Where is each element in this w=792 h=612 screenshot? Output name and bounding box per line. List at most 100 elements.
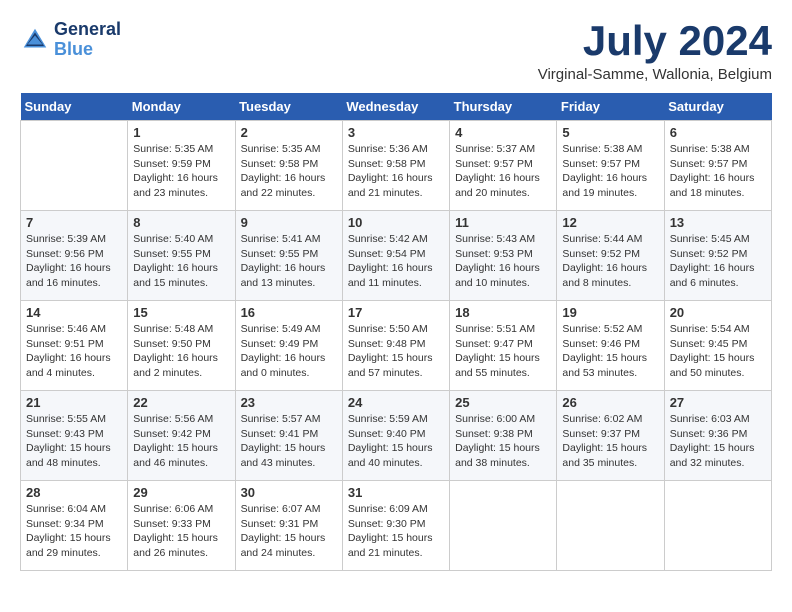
day-number: 4 [455,125,551,140]
calendar-cell: 20 Sunrise: 5:54 AMSunset: 9:45 PMDayligh… [664,301,771,391]
day-number: 9 [241,215,337,230]
day-info: Sunrise: 5:38 AMSunset: 9:57 PMDaylight:… [562,142,658,201]
location: Virginal-Samme, Wallonia, Belgium [538,66,772,83]
calendar-cell: 31 Sunrise: 6:09 AMSunset: 9:30 PMDayligh… [342,481,449,571]
day-info: Sunrise: 5:54 AMSunset: 9:45 PMDaylight:… [670,322,766,381]
calendar-cell: 30 Sunrise: 6:07 AMSunset: 9:31 PMDayligh… [235,481,342,571]
calendar-cell: 25 Sunrise: 6:00 AMSunset: 9:38 PMDayligh… [450,391,557,481]
day-number: 2 [241,125,337,140]
calendar-cell: 12Sunrise: 5:44 AMSunset: 9:52 PMDayligh… [557,211,664,301]
week-row-2: 7 Sunrise: 5:39 AMSunset: 9:56 PMDaylight… [21,211,772,301]
day-info: Sunrise: 5:59 AMSunset: 9:40 PMDaylight:… [348,412,444,471]
day-number: 10 [348,215,444,230]
day-info: Sunrise: 5:57 AMSunset: 9:41 PMDaylight:… [241,412,337,471]
weekday-header-friday: Friday [557,93,664,121]
day-info: Sunrise: 5:48 AMSunset: 9:50 PMDaylight:… [133,322,229,381]
day-info: Sunrise: 5:46 AMSunset: 9:51 PMDaylight:… [26,322,122,381]
calendar-cell: 23 Sunrise: 5:57 AMSunset: 9:41 PMDayligh… [235,391,342,481]
day-info: Sunrise: 5:45 AMSunset: 9:52 PMDaylight:… [670,232,766,291]
day-info: Sunrise: 5:40 AMSunset: 9:55 PMDaylight:… [133,232,229,291]
day-info: Sunrise: 6:09 AMSunset: 9:30 PMDaylight:… [348,502,444,561]
day-number: 28 [26,485,122,500]
week-row-1: 1 Sunrise: 5:35 AMSunset: 9:59 PMDaylight… [21,121,772,211]
calendar-cell [21,121,128,211]
day-info: Sunrise: 5:42 AMSunset: 9:54 PMDaylight:… [348,232,444,291]
calendar-cell: 14Sunrise: 5:46 AMSunset: 9:51 PMDayligh… [21,301,128,391]
day-number: 13 [670,215,766,230]
day-info: Sunrise: 5:39 AMSunset: 9:56 PMDaylight:… [26,232,122,291]
day-info: Sunrise: 6:04 AMSunset: 9:34 PMDaylight:… [26,502,122,561]
calendar-cell: 3 Sunrise: 5:36 AMSunset: 9:58 PMDaylight… [342,121,449,211]
day-info: Sunrise: 6:00 AMSunset: 9:38 PMDaylight:… [455,412,551,471]
day-number: 25 [455,395,551,410]
calendar-cell: 26 Sunrise: 6:02 AMSunset: 9:37 PMDayligh… [557,391,664,481]
logo-icon [20,25,50,55]
calendar-cell: 29 Sunrise: 6:06 AMSunset: 9:33 PMDayligh… [128,481,235,571]
calendar-cell: 24 Sunrise: 5:59 AMSunset: 9:40 PMDayligh… [342,391,449,481]
day-number: 20 [670,305,766,320]
day-number: 16 [241,305,337,320]
day-number: 12 [562,215,658,230]
day-info: Sunrise: 5:49 AMSunset: 9:49 PMDaylight:… [241,322,337,381]
logo: General Blue [20,20,121,60]
day-number: 8 [133,215,229,230]
day-number: 17 [348,305,444,320]
day-number: 24 [348,395,444,410]
day-number: 22 [133,395,229,410]
day-number: 19 [562,305,658,320]
day-number: 23 [241,395,337,410]
day-info: Sunrise: 5:43 AMSunset: 9:53 PMDaylight:… [455,232,551,291]
day-info: Sunrise: 5:35 AMSunset: 9:59 PMDaylight:… [133,142,229,201]
day-number: 15 [133,305,229,320]
day-number: 3 [348,125,444,140]
day-number: 1 [133,125,229,140]
day-info: Sunrise: 5:56 AMSunset: 9:42 PMDaylight:… [133,412,229,471]
day-number: 26 [562,395,658,410]
calendar-cell: 5Sunrise: 5:38 AMSunset: 9:57 PMDaylight… [557,121,664,211]
day-info: Sunrise: 6:07 AMSunset: 9:31 PMDaylight:… [241,502,337,561]
day-info: Sunrise: 5:38 AMSunset: 9:57 PMDaylight:… [670,142,766,201]
month-title: July 2024 [538,20,772,62]
calendar-cell: 8 Sunrise: 5:40 AMSunset: 9:55 PMDaylight… [128,211,235,301]
calendar-cell: 15 Sunrise: 5:48 AMSunset: 9:50 PMDayligh… [128,301,235,391]
calendar-cell [664,481,771,571]
logo-text: General Blue [54,20,121,60]
calendar-cell: 21Sunrise: 5:55 AMSunset: 9:43 PMDayligh… [21,391,128,481]
calendar-cell: 11 Sunrise: 5:43 AMSunset: 9:53 PMDayligh… [450,211,557,301]
day-info: Sunrise: 5:55 AMSunset: 9:43 PMDaylight:… [26,412,122,471]
title-area: July 2024 Virginal-Samme, Wallonia, Belg… [538,20,772,83]
day-number: 29 [133,485,229,500]
weekday-header-saturday: Saturday [664,93,771,121]
calendar-cell [557,481,664,571]
day-info: Sunrise: 5:50 AMSunset: 9:48 PMDaylight:… [348,322,444,381]
weekday-header-thursday: Thursday [450,93,557,121]
weekday-header-sunday: Sunday [21,93,128,121]
calendar-cell: 9Sunrise: 5:41 AMSunset: 9:55 PMDaylight… [235,211,342,301]
day-number: 27 [670,395,766,410]
day-info: Sunrise: 5:37 AMSunset: 9:57 PMDaylight:… [455,142,551,201]
day-number: 18 [455,305,551,320]
week-row-5: 28 Sunrise: 6:04 AMSunset: 9:34 PMDayligh… [21,481,772,571]
day-info: Sunrise: 6:02 AMSunset: 9:37 PMDaylight:… [562,412,658,471]
calendar-cell: 27Sunrise: 6:03 AMSunset: 9:36 PMDayligh… [664,391,771,481]
day-number: 31 [348,485,444,500]
weekday-header-tuesday: Tuesday [235,93,342,121]
day-number: 7 [26,215,122,230]
calendar-cell: 13 Sunrise: 5:45 AMSunset: 9:52 PMDayligh… [664,211,771,301]
calendar-cell: 22 Sunrise: 5:56 AMSunset: 9:42 PMDayligh… [128,391,235,481]
calendar-cell: 1 Sunrise: 5:35 AMSunset: 9:59 PMDaylight… [128,121,235,211]
day-number: 11 [455,215,551,230]
day-info: Sunrise: 6:06 AMSunset: 9:33 PMDaylight:… [133,502,229,561]
day-info: Sunrise: 5:36 AMSunset: 9:58 PMDaylight:… [348,142,444,201]
weekday-header-row: SundayMondayTuesdayWednesdayThursdayFrid… [21,93,772,121]
calendar-cell: 7 Sunrise: 5:39 AMSunset: 9:56 PMDaylight… [21,211,128,301]
calendar-table: SundayMondayTuesdayWednesdayThursdayFrid… [20,93,772,571]
calendar-cell: 10 Sunrise: 5:42 AMSunset: 9:54 PMDayligh… [342,211,449,301]
weekday-header-monday: Monday [128,93,235,121]
page-header: General Blue July 2024 Virginal-Samme, W… [20,20,772,83]
week-row-4: 21Sunrise: 5:55 AMSunset: 9:43 PMDayligh… [21,391,772,481]
weekday-header-wednesday: Wednesday [342,93,449,121]
calendar-cell: 28 Sunrise: 6:04 AMSunset: 9:34 PMDayligh… [21,481,128,571]
day-number: 30 [241,485,337,500]
week-row-3: 14Sunrise: 5:46 AMSunset: 9:51 PMDayligh… [21,301,772,391]
